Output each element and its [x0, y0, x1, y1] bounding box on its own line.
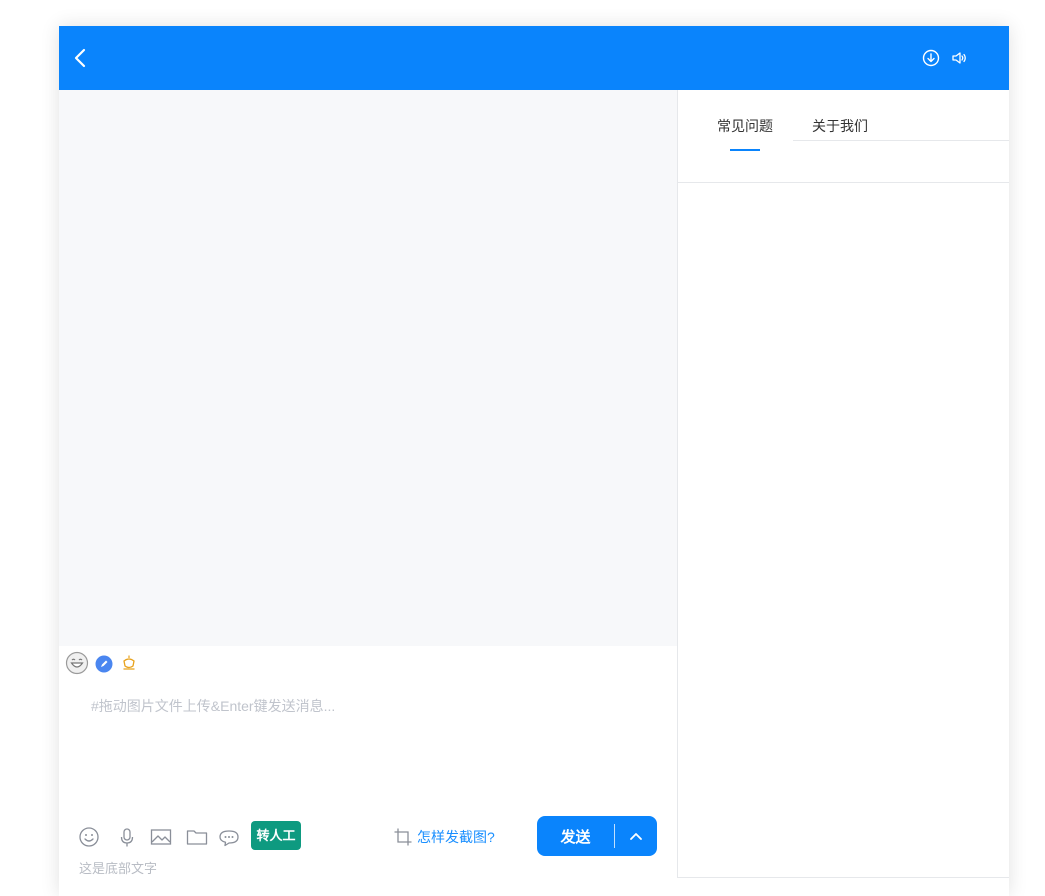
download-button[interactable] — [921, 48, 941, 68]
crop-icon — [394, 828, 412, 846]
quick-emoji-bar — [59, 648, 677, 678]
side-tabs: 常见问题 关于我们 — [678, 90, 1009, 183]
message-input[interactable] — [79, 696, 681, 786]
emoji-button[interactable] — [78, 826, 100, 848]
footer-text: 这是底部文字 — [79, 861, 158, 876]
speaker-icon — [952, 52, 966, 64]
laughing-face-icon[interactable] — [65, 651, 89, 680]
image-icon — [150, 829, 172, 845]
back-button[interactable] — [71, 46, 91, 70]
file-upload-button[interactable] — [186, 826, 208, 848]
active-tab-indicator — [730, 149, 760, 151]
chat-window: 转人工 怎样发截图? 发送 这是底部文字 常见问题 关于我们 — [59, 26, 1009, 896]
smiley-icon — [79, 827, 99, 847]
composer-area — [59, 686, 681, 796]
image-upload-button[interactable] — [150, 826, 172, 848]
send-options-button[interactable] — [615, 816, 657, 856]
folder-icon — [186, 830, 208, 845]
screenshot-help-link[interactable]: 怎样发截图? — [393, 826, 495, 848]
sound-toggle-button[interactable] — [949, 48, 969, 68]
side-panel: 常见问题 关于我们 — [677, 90, 1009, 878]
composer-toolbar: 转人工 怎样发截图? 发送 — [59, 816, 677, 858]
send-button-group: 发送 — [537, 816, 657, 856]
message-list[interactable] — [59, 90, 677, 646]
chat-rating-button[interactable] — [218, 826, 240, 848]
chevron-up-icon — [630, 833, 642, 840]
orange-flower-icon[interactable] — [121, 655, 137, 678]
tab-about-us[interactable]: 关于我们 — [812, 116, 868, 136]
tab-faq[interactable]: 常见问题 — [717, 116, 773, 136]
header-bar — [59, 26, 1009, 90]
tab-divider — [793, 140, 1009, 141]
blue-pencil-badge-icon[interactable] — [95, 655, 113, 678]
chevron-left-icon — [74, 48, 86, 68]
microphone-icon — [120, 828, 134, 847]
download-circle-icon — [922, 49, 940, 67]
transfer-to-agent-button[interactable]: 转人工 — [251, 821, 301, 850]
voice-button[interactable] — [116, 826, 138, 848]
send-button[interactable]: 发送 — [537, 826, 614, 847]
screenshot-help-label[interactable]: 怎样发截图? — [417, 827, 495, 847]
chat-bubble-icon — [219, 830, 239, 847]
